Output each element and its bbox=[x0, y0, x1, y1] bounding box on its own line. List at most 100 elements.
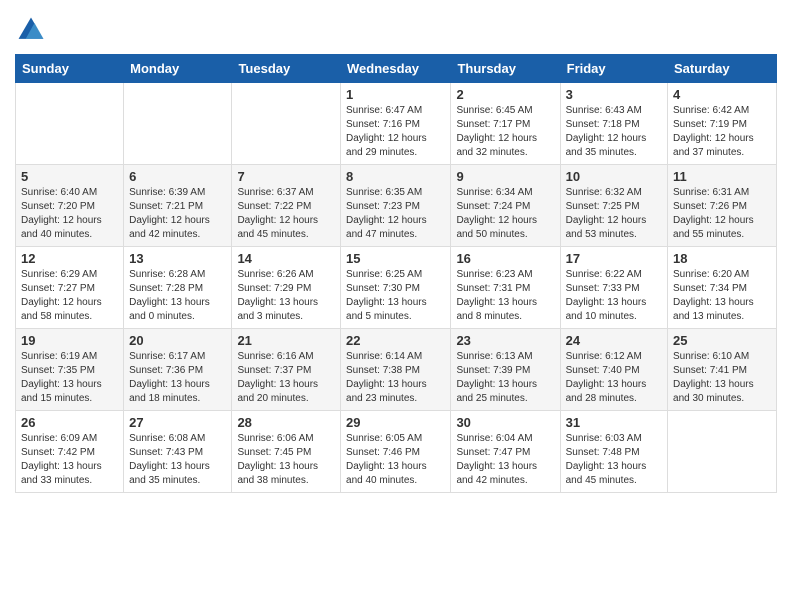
day-number: 2 bbox=[456, 87, 554, 102]
calendar-cell: 1 Sunrise: 6:47 AM Sunset: 7:16 PM Daylig… bbox=[341, 83, 451, 165]
day-info: Sunrise: 6:31 AM Sunset: 7:26 PM Dayligh… bbox=[673, 186, 771, 242]
day-number: 13 bbox=[129, 251, 226, 266]
day-number: 11 bbox=[673, 169, 771, 184]
day-info: Sunrise: 6:28 AM Sunset: 7:28 PM Dayligh… bbox=[129, 268, 226, 324]
week-row-2: 5 Sunrise: 6:40 AM Sunset: 7:20 PM Daylig… bbox=[16, 165, 777, 247]
day-number: 28 bbox=[237, 415, 335, 430]
day-info: Sunrise: 6:06 AM Sunset: 7:45 PM Dayligh… bbox=[237, 432, 335, 488]
logo bbox=[15, 14, 51, 46]
day-info: Sunrise: 6:14 AM Sunset: 7:38 PM Dayligh… bbox=[346, 350, 445, 406]
calendar-cell bbox=[16, 83, 124, 165]
day-number: 20 bbox=[129, 333, 226, 348]
day-number: 26 bbox=[21, 415, 118, 430]
day-number: 19 bbox=[21, 333, 118, 348]
calendar-cell: 28 Sunrise: 6:06 AM Sunset: 7:45 PM Dayli… bbox=[232, 411, 341, 493]
day-info: Sunrise: 6:37 AM Sunset: 7:22 PM Dayligh… bbox=[237, 186, 335, 242]
day-info: Sunrise: 6:19 AM Sunset: 7:35 PM Dayligh… bbox=[21, 350, 118, 406]
day-number: 8 bbox=[346, 169, 445, 184]
day-info: Sunrise: 6:05 AM Sunset: 7:46 PM Dayligh… bbox=[346, 432, 445, 488]
day-info: Sunrise: 6:40 AM Sunset: 7:20 PM Dayligh… bbox=[21, 186, 118, 242]
day-info: Sunrise: 6:47 AM Sunset: 7:16 PM Dayligh… bbox=[346, 104, 445, 160]
day-info: Sunrise: 6:23 AM Sunset: 7:31 PM Dayligh… bbox=[456, 268, 554, 324]
calendar-cell: 15 Sunrise: 6:25 AM Sunset: 7:30 PM Dayli… bbox=[341, 247, 451, 329]
calendar-cell: 6 Sunrise: 6:39 AM Sunset: 7:21 PM Daylig… bbox=[124, 165, 232, 247]
calendar-cell: 9 Sunrise: 6:34 AM Sunset: 7:24 PM Daylig… bbox=[451, 165, 560, 247]
day-info: Sunrise: 6:39 AM Sunset: 7:21 PM Dayligh… bbox=[129, 186, 226, 242]
calendar-cell: 7 Sunrise: 6:37 AM Sunset: 7:22 PM Daylig… bbox=[232, 165, 341, 247]
day-number: 14 bbox=[237, 251, 335, 266]
day-number: 9 bbox=[456, 169, 554, 184]
day-number: 12 bbox=[21, 251, 118, 266]
calendar: SundayMondayTuesdayWednesdayThursdayFrid… bbox=[15, 54, 777, 493]
calendar-cell: 26 Sunrise: 6:09 AM Sunset: 7:42 PM Dayli… bbox=[16, 411, 124, 493]
header bbox=[15, 10, 777, 46]
page: SundayMondayTuesdayWednesdayThursdayFrid… bbox=[0, 0, 792, 612]
calendar-cell: 12 Sunrise: 6:29 AM Sunset: 7:27 PM Dayli… bbox=[16, 247, 124, 329]
calendar-cell: 14 Sunrise: 6:26 AM Sunset: 7:29 PM Dayli… bbox=[232, 247, 341, 329]
day-info: Sunrise: 6:20 AM Sunset: 7:34 PM Dayligh… bbox=[673, 268, 771, 324]
day-info: Sunrise: 6:10 AM Sunset: 7:41 PM Dayligh… bbox=[673, 350, 771, 406]
day-number: 24 bbox=[566, 333, 662, 348]
calendar-cell: 2 Sunrise: 6:45 AM Sunset: 7:17 PM Daylig… bbox=[451, 83, 560, 165]
day-info: Sunrise: 6:42 AM Sunset: 7:19 PM Dayligh… bbox=[673, 104, 771, 160]
day-number: 4 bbox=[673, 87, 771, 102]
day-number: 1 bbox=[346, 87, 445, 102]
logo-icon bbox=[15, 14, 47, 46]
calendar-cell bbox=[124, 83, 232, 165]
calendar-cell: 18 Sunrise: 6:20 AM Sunset: 7:34 PM Dayli… bbox=[668, 247, 777, 329]
day-info: Sunrise: 6:03 AM Sunset: 7:48 PM Dayligh… bbox=[566, 432, 662, 488]
calendar-cell: 27 Sunrise: 6:08 AM Sunset: 7:43 PM Dayli… bbox=[124, 411, 232, 493]
week-row-3: 12 Sunrise: 6:29 AM Sunset: 7:27 PM Dayli… bbox=[16, 247, 777, 329]
day-info: Sunrise: 6:35 AM Sunset: 7:23 PM Dayligh… bbox=[346, 186, 445, 242]
day-number: 31 bbox=[566, 415, 662, 430]
day-number: 18 bbox=[673, 251, 771, 266]
day-info: Sunrise: 6:22 AM Sunset: 7:33 PM Dayligh… bbox=[566, 268, 662, 324]
calendar-cell bbox=[232, 83, 341, 165]
calendar-cell: 11 Sunrise: 6:31 AM Sunset: 7:26 PM Dayli… bbox=[668, 165, 777, 247]
day-info: Sunrise: 6:26 AM Sunset: 7:29 PM Dayligh… bbox=[237, 268, 335, 324]
weekday-header-tuesday: Tuesday bbox=[232, 55, 341, 83]
day-info: Sunrise: 6:32 AM Sunset: 7:25 PM Dayligh… bbox=[566, 186, 662, 242]
day-number: 22 bbox=[346, 333, 445, 348]
day-number: 6 bbox=[129, 169, 226, 184]
day-info: Sunrise: 6:13 AM Sunset: 7:39 PM Dayligh… bbox=[456, 350, 554, 406]
calendar-cell: 22 Sunrise: 6:14 AM Sunset: 7:38 PM Dayli… bbox=[341, 329, 451, 411]
calendar-cell: 20Sunrise: 6:17 AM Sunset: 7:36 PM Dayli… bbox=[124, 329, 232, 411]
day-number: 17 bbox=[566, 251, 662, 266]
day-info: Sunrise: 6:16 AM Sunset: 7:37 PM Dayligh… bbox=[237, 350, 335, 406]
weekday-header-monday: Monday bbox=[124, 55, 232, 83]
calendar-cell: 23 Sunrise: 6:13 AM Sunset: 7:39 PM Dayli… bbox=[451, 329, 560, 411]
calendar-cell bbox=[668, 411, 777, 493]
calendar-cell: 19 Sunrise: 6:19 AM Sunset: 7:35 PM Dayli… bbox=[16, 329, 124, 411]
day-info: Sunrise: 6:29 AM Sunset: 7:27 PM Dayligh… bbox=[21, 268, 118, 324]
day-info: Sunrise: 6:09 AM Sunset: 7:42 PM Dayligh… bbox=[21, 432, 118, 488]
day-number: 15 bbox=[346, 251, 445, 266]
calendar-cell: 30Sunrise: 6:04 AM Sunset: 7:47 PM Dayli… bbox=[451, 411, 560, 493]
day-number: 27 bbox=[129, 415, 226, 430]
calendar-cell: 5 Sunrise: 6:40 AM Sunset: 7:20 PM Daylig… bbox=[16, 165, 124, 247]
day-number: 30 bbox=[456, 415, 554, 430]
day-number: 5 bbox=[21, 169, 118, 184]
day-number: 3 bbox=[566, 87, 662, 102]
calendar-cell: 8 Sunrise: 6:35 AM Sunset: 7:23 PM Daylig… bbox=[341, 165, 451, 247]
day-number: 10 bbox=[566, 169, 662, 184]
weekday-header-wednesday: Wednesday bbox=[341, 55, 451, 83]
weekday-header-thursday: Thursday bbox=[451, 55, 560, 83]
day-number: 16 bbox=[456, 251, 554, 266]
week-row-1: 1 Sunrise: 6:47 AM Sunset: 7:16 PM Daylig… bbox=[16, 83, 777, 165]
day-number: 29 bbox=[346, 415, 445, 430]
calendar-cell: 31 Sunrise: 6:03 AM Sunset: 7:48 PM Dayli… bbox=[560, 411, 667, 493]
day-info: Sunrise: 6:25 AM Sunset: 7:30 PM Dayligh… bbox=[346, 268, 445, 324]
calendar-cell: 16 Sunrise: 6:23 AM Sunset: 7:31 PM Dayli… bbox=[451, 247, 560, 329]
day-number: 23 bbox=[456, 333, 554, 348]
calendar-cell: 13 Sunrise: 6:28 AM Sunset: 7:28 PM Dayli… bbox=[124, 247, 232, 329]
calendar-cell: 3Sunrise: 6:43 AM Sunset: 7:18 PM Daylig… bbox=[560, 83, 667, 165]
day-info: Sunrise: 6:34 AM Sunset: 7:24 PM Dayligh… bbox=[456, 186, 554, 242]
day-info: Sunrise: 6:45 AM Sunset: 7:17 PM Dayligh… bbox=[456, 104, 554, 160]
week-row-5: 26 Sunrise: 6:09 AM Sunset: 7:42 PM Dayli… bbox=[16, 411, 777, 493]
calendar-cell: 29 Sunrise: 6:05 AM Sunset: 7:46 PM Dayli… bbox=[341, 411, 451, 493]
weekday-header-saturday: Saturday bbox=[668, 55, 777, 83]
calendar-cell: 25Sunrise: 6:10 AM Sunset: 7:41 PM Dayli… bbox=[668, 329, 777, 411]
day-number: 7 bbox=[237, 169, 335, 184]
day-info: Sunrise: 6:08 AM Sunset: 7:43 PM Dayligh… bbox=[129, 432, 226, 488]
